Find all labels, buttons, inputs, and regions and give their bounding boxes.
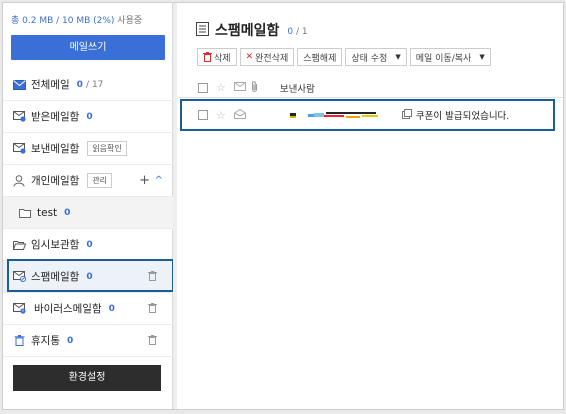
drafts-count: 0 bbox=[86, 239, 93, 250]
opened-envelope-icon bbox=[233, 108, 246, 122]
select-all-checkbox[interactable] bbox=[198, 82, 208, 93]
spam-highlight-box bbox=[7, 259, 174, 292]
table-row[interactable]: ☆ 쿠폰이 발급되었습니다. bbox=[180, 99, 555, 131]
manage-button[interactable]: 관리 bbox=[87, 173, 113, 188]
mail-window: 총 0.2 MB / 10 MB (2%) 사용중 메일쓰기 전체메일 0 / … bbox=[2, 2, 564, 410]
caret-down-icon: ▼ bbox=[479, 53, 485, 61]
mailbox-header: 스팸메일함 0 / 1 bbox=[196, 20, 308, 40]
total-count: / 17 bbox=[86, 79, 104, 90]
trash-icon bbox=[12, 335, 26, 347]
pane-divider[interactable] bbox=[173, 3, 177, 409]
sidebar-item-sent[interactable]: 보낸메일함 읽음확인 bbox=[3, 133, 173, 165]
page-title: 스팸메일함 bbox=[215, 23, 280, 39]
storage-quota: 총 0.2 MB / 10 MB (2%) 사용중 bbox=[11, 16, 143, 26]
trash-icon bbox=[203, 52, 212, 62]
chevron-up-icon[interactable]: ^ bbox=[155, 175, 163, 186]
sidebar-item-test[interactable]: test 0 bbox=[3, 197, 173, 229]
list-header: ☆ 보낸사람 bbox=[178, 78, 563, 98]
read-status-icon[interactable] bbox=[233, 81, 246, 94]
status-dropdown[interactable]: 상태 수정 ▼ bbox=[345, 48, 407, 66]
inbox-count: 0 bbox=[86, 111, 93, 122]
virus-count: 0 bbox=[108, 303, 115, 314]
attachment-icon[interactable] bbox=[251, 80, 258, 95]
row-checkbox[interactable] bbox=[198, 110, 208, 120]
list-icon bbox=[196, 21, 209, 39]
permanent-delete-button[interactable]: ✕ 완전삭제 bbox=[239, 48, 295, 66]
settings-button[interactable]: 환경설정 bbox=[13, 365, 161, 391]
sidebar-item-drafts[interactable]: 임시보관함 0 bbox=[3, 229, 173, 261]
virus-mail-icon bbox=[12, 303, 26, 315]
close-icon: ✕ bbox=[245, 52, 254, 62]
mail-subject[interactable]: 쿠폰이 발급되었습니다. bbox=[401, 108, 509, 122]
toolbar: 삭제 ✕ 완전삭제 스팸해제 상태 수정 ▼ 메일 이동/복사 ▼ bbox=[197, 48, 491, 66]
sidebar-item-trash[interactable]: 휴지통 0 bbox=[3, 325, 173, 357]
unspam-button[interactable]: 스팸해제 bbox=[297, 48, 343, 66]
sidebar: 총 0.2 MB / 10 MB (2%) 사용중 메일쓰기 전체메일 0 / … bbox=[3, 3, 173, 409]
add-folder-icon[interactable]: + bbox=[139, 173, 150, 188]
open-folder-icon bbox=[12, 239, 26, 251]
sidebar-item-personal[interactable]: 개인메일함 관리 + ^ bbox=[3, 165, 173, 197]
page-indicator: 0 / 1 bbox=[287, 26, 308, 37]
open-new-window-icon[interactable] bbox=[401, 108, 412, 122]
delete-button[interactable]: 삭제 bbox=[197, 48, 237, 66]
sent-icon bbox=[12, 143, 26, 155]
sidebar-item-all-mail[interactable]: 전체메일 0 / 17 bbox=[3, 69, 173, 101]
sidebar-item-inbox[interactable]: 받은메일함 0 bbox=[3, 101, 173, 133]
move-copy-dropdown[interactable]: 메일 이동/복사 ▼ bbox=[409, 48, 491, 66]
unread-count: 0 bbox=[76, 79, 83, 90]
user-icon bbox=[12, 174, 26, 187]
star-icon[interactable]: ☆ bbox=[216, 109, 226, 122]
mail-list-pane: 스팸메일함 0 / 1 삭제 ✕ 완전삭제 스팸해제 상태 수정 ▼ 메일 이동… bbox=[178, 3, 563, 409]
sender-column-header[interactable]: 보낸사람 bbox=[280, 81, 315, 95]
envelope-icon bbox=[12, 79, 26, 91]
empty-trash-icon[interactable] bbox=[148, 335, 157, 348]
read-receipt-button[interactable]: 읽음확인 bbox=[87, 141, 127, 156]
caret-down-icon: ▼ bbox=[395, 53, 401, 61]
folder-icon bbox=[18, 207, 32, 219]
empty-virus-icon[interactable] bbox=[148, 303, 157, 316]
redacted-sender bbox=[289, 110, 380, 120]
inbox-icon bbox=[12, 111, 26, 123]
star-icon[interactable]: ☆ bbox=[216, 81, 226, 94]
trash-count: 0 bbox=[66, 335, 74, 346]
test-count: 0 bbox=[64, 207, 71, 218]
sidebar-item-virus[interactable]: 바이러스메일함 0 bbox=[3, 293, 173, 325]
compose-button[interactable]: 메일쓰기 bbox=[11, 35, 165, 60]
